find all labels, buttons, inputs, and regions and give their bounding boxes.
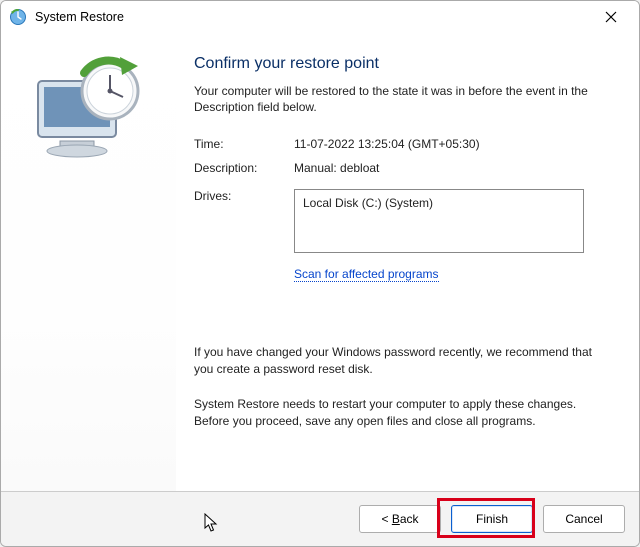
close-button[interactable] <box>591 3 631 31</box>
dialog-footer: < Back Finish Cancel <box>1 492 639 546</box>
page-heading: Confirm your restore point <box>194 55 609 73</box>
time-row: Time: 11-07-2022 13:25:04 (GMT+05:30) <box>194 137 609 151</box>
window-title: System Restore <box>35 10 591 24</box>
scan-affected-programs-link[interactable]: Scan for affected programs <box>294 267 439 282</box>
left-illustration-pane <box>1 33 176 491</box>
dialog-body: Confirm your restore point Your computer… <box>1 33 639 492</box>
description-row: Description: Manual: debloat <box>194 161 609 175</box>
drives-label: Drives: <box>194 189 294 203</box>
restart-warning: System Restore needs to restart your com… <box>194 396 609 430</box>
drive-item: Local Disk (C:) (System) <box>303 196 575 210</box>
cancel-button[interactable]: Cancel <box>543 505 625 533</box>
time-label: Time: <box>194 137 294 151</box>
drives-row: Drives: Local Disk (C:) (System) <box>194 189 609 253</box>
time-value: 11-07-2022 13:25:04 (GMT+05:30) <box>294 137 480 151</box>
finish-button[interactable]: Finish <box>451 505 533 533</box>
description-label: Description: <box>194 161 294 175</box>
content-pane: Confirm your restore point Your computer… <box>176 33 639 491</box>
description-value: Manual: debloat <box>294 161 379 175</box>
intro-text: Your computer will be restored to the st… <box>194 83 609 115</box>
system-restore-window: System Restore <box>0 0 640 547</box>
back-button[interactable]: < Back <box>359 505 441 533</box>
password-note: If you have changed your Windows passwor… <box>194 344 609 378</box>
drives-list[interactable]: Local Disk (C:) (System) <box>294 189 584 253</box>
system-restore-icon <box>9 8 27 26</box>
titlebar: System Restore <box>1 1 639 33</box>
restore-monitor-icon <box>24 51 154 174</box>
